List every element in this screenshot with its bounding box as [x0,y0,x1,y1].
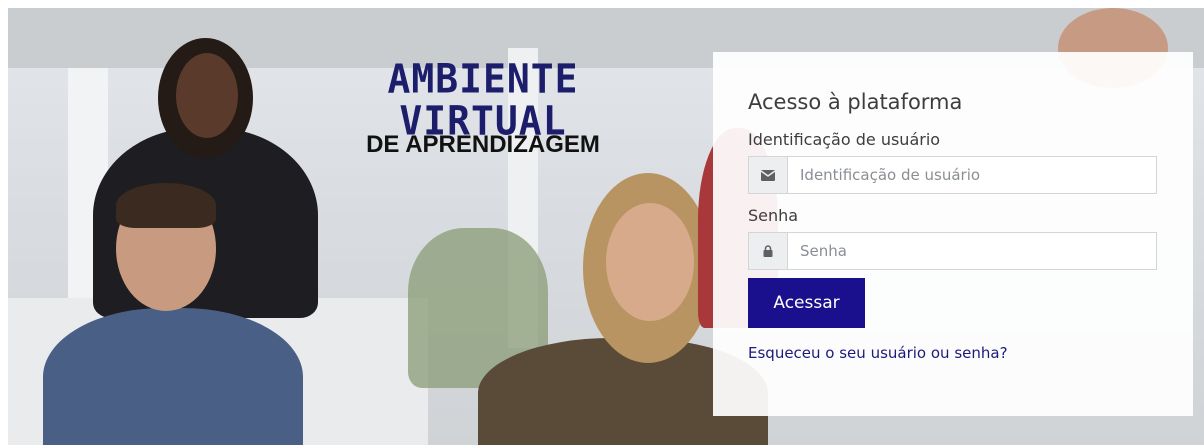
person-man-hair [116,183,216,228]
username-input-group [748,156,1157,194]
brand-title: AMBIENTE VIRTUAL [387,55,579,145]
login-panel: Acesso à plataforma Identificação de usu… [713,52,1193,416]
username-label: Identificação de usuário [748,130,941,149]
password-input-group [748,232,1157,270]
username-input[interactable] [788,157,1156,193]
brand-logo: AMBIENTE VIRTUAL DE APRENDIZAGEM [303,55,663,157]
person-woman-face [606,203,694,321]
person-standing-face [176,53,238,138]
login-title: Acesso à plataforma [748,90,963,114]
password-input[interactable] [788,233,1156,269]
person-man-body [43,308,303,445]
envelope-icon-svg [761,169,775,181]
login-submit-button[interactable]: Acessar [748,278,865,328]
lock-icon-svg [763,245,773,257]
lock-icon [749,233,788,269]
envelope-icon [749,157,788,193]
page: AMBIENTE VIRTUAL DE APRENDIZAGEM Acesso … [0,0,1204,445]
forgot-password-link[interactable]: Esqueceu o seu usuário ou senha? [748,344,1008,362]
password-label: Senha [748,206,799,225]
